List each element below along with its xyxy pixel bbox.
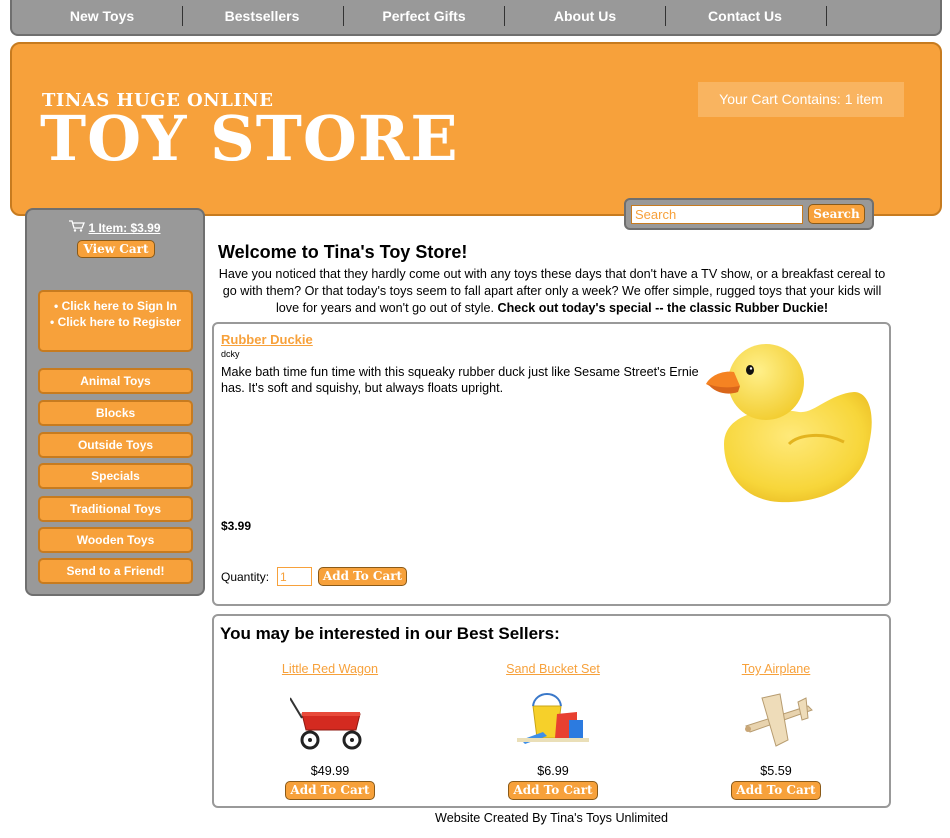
bestseller-price: $5.59 bbox=[760, 764, 792, 778]
toy-airplane-image[interactable] bbox=[736, 684, 816, 756]
bestseller-name-link[interactable]: Little Red Wagon bbox=[240, 662, 420, 676]
product-name-link[interactable]: Rubber Duckie bbox=[221, 332, 313, 347]
sign-in-link[interactable]: • Click here to Sign In bbox=[40, 298, 191, 314]
logo-title[interactable]: TOY STORE bbox=[40, 102, 459, 176]
bestseller-item: Sand Bucket Set $6.99 Add To Cart bbox=[463, 662, 643, 800]
footer-credit: Website Created By Tina's Toys Unlimited bbox=[435, 811, 668, 825]
search-button[interactable]: Search bbox=[808, 204, 865, 224]
header-banner: TINAS HUGE ONLINE TOY STORE Your Cart Co… bbox=[10, 42, 942, 216]
nav-contact-us[interactable]: Contact Us bbox=[695, 0, 795, 32]
featured-product: Rubber Duckie dcky Make bath time fun ti… bbox=[212, 322, 891, 606]
bestseller-add-to-cart-button[interactable]: Add To Cart bbox=[731, 781, 821, 800]
product-price: $3.99 bbox=[221, 519, 252, 533]
sidebar-item-animal-toys[interactable]: Animal Toys bbox=[38, 368, 193, 394]
register-link[interactable]: • Click here to Register bbox=[40, 314, 191, 330]
top-navigation: New Toys Bestsellers Perfect Gifts About… bbox=[10, 0, 942, 36]
quantity-input[interactable] bbox=[277, 567, 312, 586]
product-sku: dcky bbox=[221, 349, 240, 359]
sidebar-item-traditional-toys[interactable]: Traditional Toys bbox=[38, 496, 193, 522]
add-to-cart-button[interactable]: Add To Cart bbox=[318, 567, 407, 586]
nav-separator bbox=[826, 6, 827, 26]
shopping-cart-icon bbox=[69, 220, 86, 235]
bestseller-item: Little Red Wagon $49.99 Add To Cart bbox=[240, 662, 420, 800]
sidebar-item-specials[interactable]: Specials bbox=[38, 463, 193, 489]
sidebar-item-wooden-toys[interactable]: Wooden Toys bbox=[38, 527, 193, 553]
welcome-special-callout: Check out today's special -- the classic… bbox=[497, 301, 829, 315]
red-wagon-image[interactable] bbox=[290, 684, 370, 756]
cart-status-banner[interactable]: Your Cart Contains: 1 item bbox=[698, 82, 904, 117]
bestsellers-section: You may be interested in our Best Seller… bbox=[212, 614, 891, 808]
sidebar: 1 Item: $3.99 View Cart • Click here to … bbox=[25, 208, 205, 596]
nav-separator bbox=[665, 6, 666, 26]
quantity-label: Quantity: bbox=[221, 570, 270, 584]
view-cart-button[interactable]: View Cart bbox=[77, 240, 155, 258]
account-box: • Click here to Sign In • Click here to … bbox=[38, 290, 193, 352]
nav-separator bbox=[343, 6, 344, 26]
search-bar: Search bbox=[624, 198, 874, 230]
sidebar-item-blocks[interactable]: Blocks bbox=[38, 400, 193, 426]
nav-bestsellers[interactable]: Bestsellers bbox=[212, 0, 312, 32]
sidebar-item-send-to-friend[interactable]: Send to a Friend! bbox=[38, 558, 193, 584]
nav-about-us[interactable]: About Us bbox=[535, 0, 635, 32]
sand-bucket-image[interactable] bbox=[513, 684, 593, 756]
bestseller-add-to-cart-button[interactable]: Add To Cart bbox=[285, 781, 375, 800]
search-input[interactable] bbox=[631, 205, 803, 224]
welcome-text: Have you noticed that they hardly come o… bbox=[212, 266, 892, 317]
bestseller-price: $6.99 bbox=[537, 764, 569, 778]
bestseller-name-link[interactable]: Sand Bucket Set bbox=[463, 662, 643, 676]
nav-separator bbox=[182, 6, 183, 26]
mini-cart: 1 Item: $3.99 bbox=[27, 220, 203, 235]
mini-cart-summary-link[interactable]: 1 Item: $3.99 bbox=[88, 221, 160, 235]
nav-separator bbox=[504, 6, 505, 26]
bestseller-add-to-cart-button[interactable]: Add To Cart bbox=[508, 781, 598, 800]
product-description: Make bath time fun time with this squeak… bbox=[221, 365, 699, 395]
nav-perfect-gifts[interactable]: Perfect Gifts bbox=[372, 0, 476, 32]
bestseller-item: Toy Airplane $5.59 Add To Cart bbox=[686, 662, 866, 800]
bestseller-name-link[interactable]: Toy Airplane bbox=[686, 662, 866, 676]
nav-new-toys[interactable]: New Toys bbox=[52, 0, 152, 32]
bestseller-price: $49.99 bbox=[310, 764, 350, 778]
welcome-title: Welcome to Tina's Toy Store! bbox=[218, 242, 468, 262]
rubber-duck-image[interactable] bbox=[704, 334, 884, 509]
sidebar-item-outside-toys[interactable]: Outside Toys bbox=[38, 432, 193, 458]
bestsellers-title: You may be interested in our Best Seller… bbox=[220, 624, 560, 643]
